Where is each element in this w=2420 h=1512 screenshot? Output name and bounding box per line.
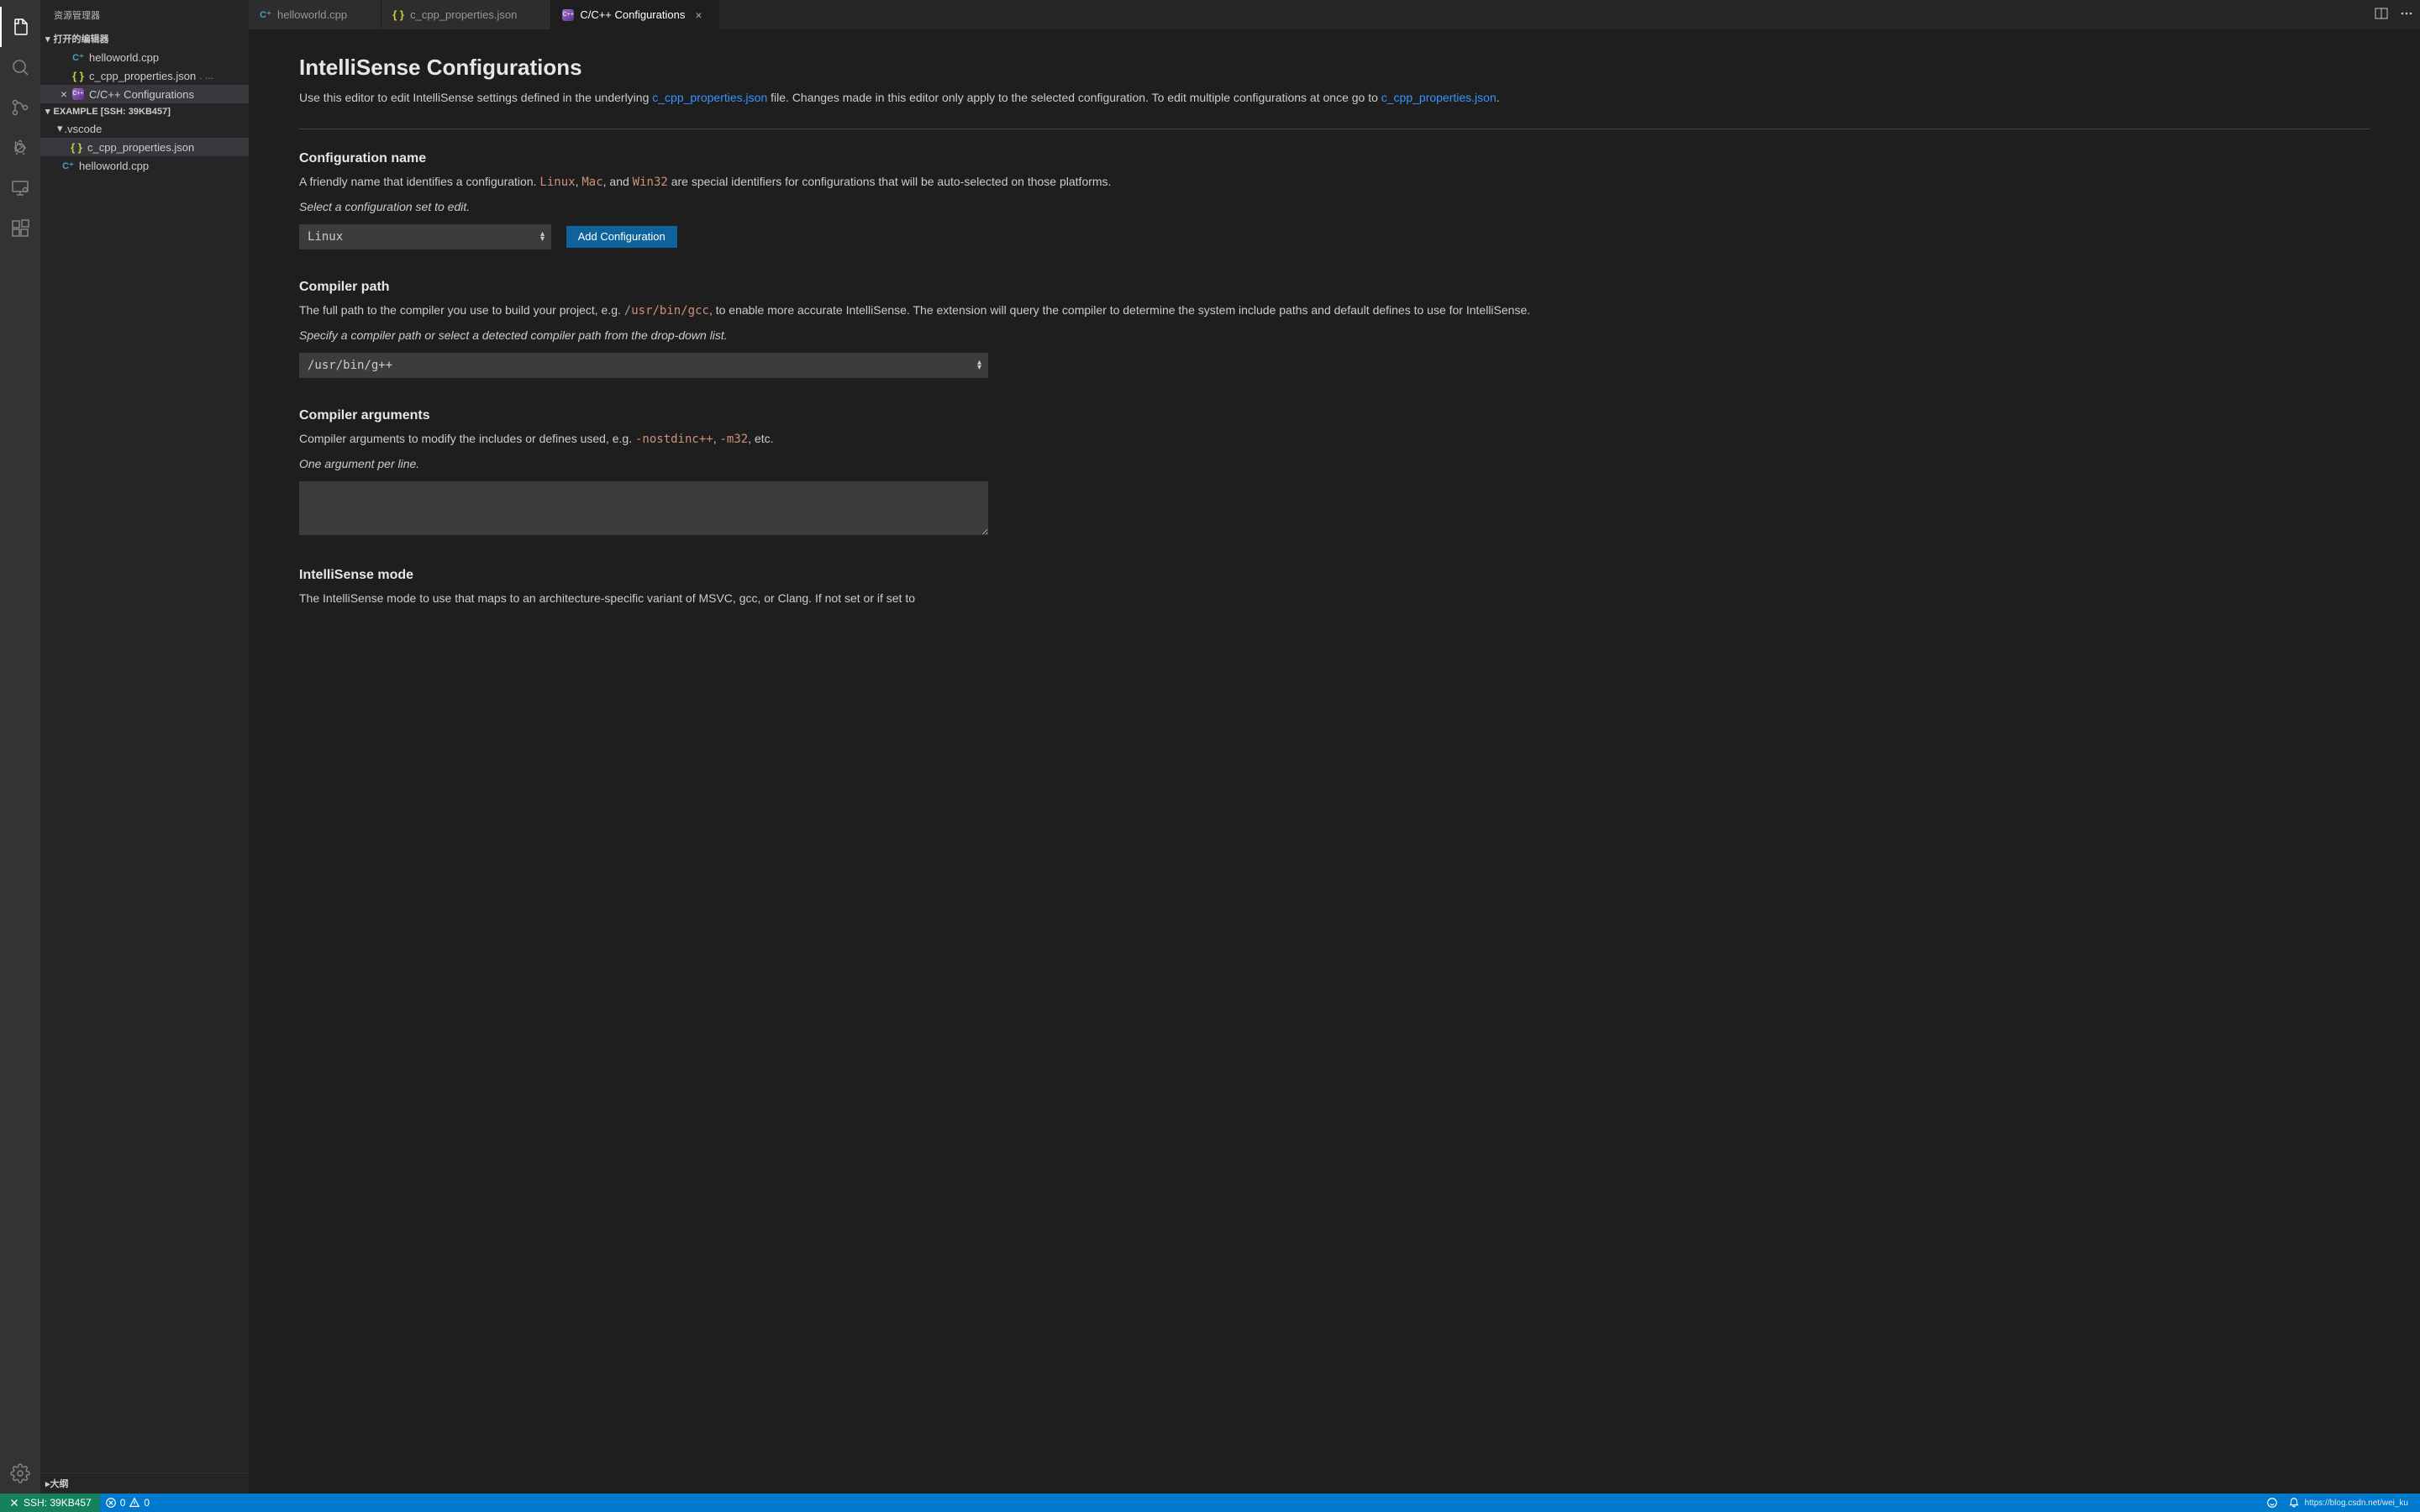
chevron-down-icon: ▾ xyxy=(45,34,50,45)
tab-label: c_cpp_properties.json xyxy=(410,8,517,21)
compiler-args-title: Compiler arguments xyxy=(299,408,2370,423)
open-editor-label: C/C++ Configurations xyxy=(89,88,194,101)
open-editor-item[interactable]: × { } c_cpp_properties.json . ... xyxy=(40,66,249,85)
tab-helloworld[interactable]: C⁺ helloworld.cpp × xyxy=(249,0,381,29)
activity-bar xyxy=(0,0,40,1494)
tab-properties[interactable]: { } c_cpp_properties.json × xyxy=(381,0,551,29)
file-item[interactable]: { } c_cpp_properties.json xyxy=(40,138,249,156)
status-feedback[interactable] xyxy=(2261,1497,2283,1509)
config-name-title: Configuration name xyxy=(299,151,2370,166)
status-warnings: 0 xyxy=(144,1497,150,1509)
close-icon[interactable]: × xyxy=(695,8,708,22)
workspace-header[interactable]: ▾ EXAMPLE [SSH: 39KB457] xyxy=(40,103,249,119)
status-bar: SSH: 39KB457 0 0 https://blog.csdn.net/w… xyxy=(0,1494,2420,1512)
status-errors: 0 xyxy=(120,1497,126,1509)
tab-configurations[interactable]: C++ C/C++ Configurations × xyxy=(551,0,719,29)
open-editor-item[interactable]: × C++ C/C++ Configurations xyxy=(40,85,249,103)
more-icon[interactable] xyxy=(2400,7,2413,23)
compiler-args-desc: Compiler arguments to modify the include… xyxy=(299,430,2370,449)
json-icon: { } xyxy=(69,141,84,154)
link-properties-json[interactable]: c_cpp_properties.json xyxy=(652,91,767,104)
chevron-down-icon: ▾ xyxy=(45,106,50,117)
activity-explorer[interactable] xyxy=(0,7,40,47)
activity-remote[interactable] xyxy=(0,168,40,208)
compiler-path-desc: The full path to the compiler you use to… xyxy=(299,302,2370,320)
intellisense-mode-title: IntelliSense mode xyxy=(299,568,2370,583)
status-watermark: https://blog.csdn.net/wei_ku xyxy=(2305,1499,2413,1508)
compiler-args-hint: One argument per line. xyxy=(299,455,2370,473)
cpp-icon: C⁺ xyxy=(259,9,272,20)
split-editor-icon[interactable] xyxy=(2375,7,2388,23)
sidebar: 资源管理器 ▾ 打开的编辑器 × C⁺ helloworld.cpp × { }… xyxy=(40,0,249,1494)
folder-vscode[interactable]: ▾ .vscode xyxy=(40,119,249,138)
json-icon: { } xyxy=(392,8,405,21)
sidebar-title: 资源管理器 xyxy=(40,0,249,29)
link-properties-json[interactable]: c_cpp_properties.json xyxy=(1381,91,1497,104)
tab-label: helloworld.cpp xyxy=(277,8,347,21)
tab-bar-actions xyxy=(2368,0,2420,29)
config-name-select[interactable]: Linux xyxy=(299,224,551,249)
config-icon: C++ xyxy=(71,88,86,100)
activity-search[interactable] xyxy=(0,47,40,87)
outline-label: 大纲 xyxy=(50,1477,69,1490)
cpp-icon: C⁺ xyxy=(60,160,76,171)
open-editors-header[interactable]: ▾ 打开的编辑器 xyxy=(40,29,249,48)
workspace-label: EXAMPLE [SSH: 39KB457] xyxy=(54,107,171,117)
config-icon: C++ xyxy=(561,9,575,21)
file-label: c_cpp_properties.json xyxy=(87,141,194,154)
activity-settings[interactable] xyxy=(0,1453,40,1494)
compiler-path-select[interactable]: /usr/bin/g++ xyxy=(299,353,988,378)
tab-bar: C⁺ helloworld.cpp × { } c_cpp_properties… xyxy=(249,0,2420,29)
tab-label: C/C++ Configurations xyxy=(580,8,685,21)
close-icon[interactable]: × xyxy=(57,87,71,101)
compiler-path-hint: Specify a compiler path or select a dete… xyxy=(299,327,2370,344)
page-intro: Use this editor to edit IntelliSense set… xyxy=(299,89,2370,107)
config-name-desc: A friendly name that identifies a config… xyxy=(299,173,2370,192)
activity-source-control[interactable] xyxy=(0,87,40,128)
outline-header[interactable]: ▸ 大纲 xyxy=(40,1473,249,1494)
compiler-args-textarea[interactable] xyxy=(299,481,988,535)
folder-label: .vscode xyxy=(65,123,103,135)
file-item[interactable]: C⁺ helloworld.cpp xyxy=(40,156,249,175)
open-editor-label: helloworld.cpp xyxy=(89,51,159,64)
status-problems[interactable]: 0 0 xyxy=(100,1497,155,1509)
file-label: helloworld.cpp xyxy=(79,160,149,172)
open-editor-suffix: . ... xyxy=(199,70,213,81)
activity-extensions[interactable] xyxy=(0,208,40,249)
page-title: IntelliSense Configurations xyxy=(299,55,2370,81)
cpp-icon: C⁺ xyxy=(71,52,86,63)
status-notifications[interactable] xyxy=(2283,1497,2305,1509)
status-remote-label: SSH: 39KB457 xyxy=(24,1497,92,1509)
editor-area: C⁺ helloworld.cpp × { } c_cpp_properties… xyxy=(249,0,2420,1494)
config-name-hint: Select a configuration set to edit. xyxy=(299,198,2370,216)
intellisense-mode-desc: The IntelliSense mode to use that maps t… xyxy=(299,590,2370,607)
open-editors-label: 打开的编辑器 xyxy=(54,32,109,45)
open-editor-label: c_cpp_properties.json xyxy=(89,70,196,82)
json-icon: { } xyxy=(71,70,86,82)
chevron-down-icon: ▾ xyxy=(57,122,63,135)
add-configuration-button[interactable]: Add Configuration xyxy=(566,226,677,248)
compiler-path-title: Compiler path xyxy=(299,280,2370,295)
settings-editor[interactable]: IntelliSense Configurations Use this edi… xyxy=(249,29,2420,1494)
activity-debug[interactable] xyxy=(0,128,40,168)
open-editor-item[interactable]: × C⁺ helloworld.cpp xyxy=(40,48,249,66)
status-remote[interactable]: SSH: 39KB457 xyxy=(0,1494,100,1512)
